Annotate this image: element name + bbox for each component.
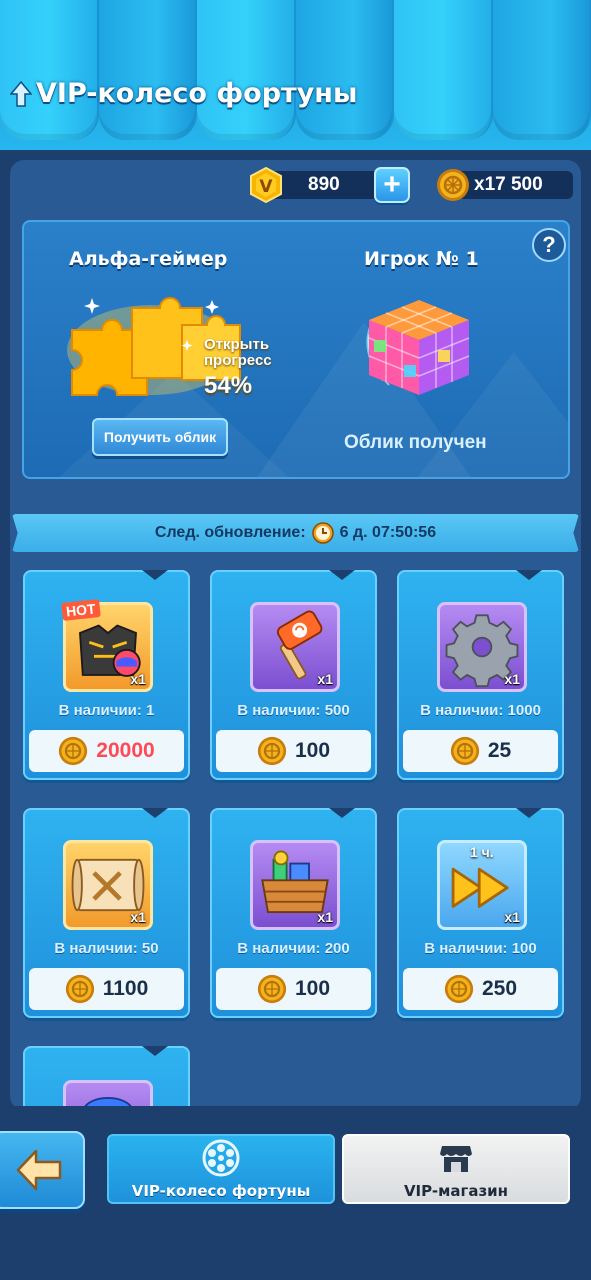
- progress-label: Открыть прогресс: [204, 336, 272, 369]
- item-stock: В наличии: 50: [54, 940, 159, 957]
- coin-icon: [257, 974, 287, 1004]
- item-quantity: x1: [130, 671, 146, 687]
- help-button[interactable]: ?: [532, 228, 566, 262]
- item-price: 100: [294, 977, 331, 1000]
- item-quantity: x1: [130, 909, 146, 925]
- coin-icon: [444, 974, 474, 1004]
- item-slot: x1: [63, 840, 153, 930]
- item-price: 20000: [96, 739, 155, 762]
- coin-value: x17 500: [474, 174, 543, 195]
- page-title: VIP-колесо фортуны: [10, 78, 357, 109]
- item-slot: x1: [250, 840, 340, 930]
- buy-button[interactable]: 100: [216, 968, 371, 1010]
- buy-button[interactable]: 1100: [29, 968, 184, 1010]
- item-stock: В наличии: 1: [58, 702, 155, 719]
- svg-text:V: V: [259, 177, 273, 197]
- back-arrow-icon: [16, 1149, 62, 1191]
- wheel-icon: [202, 1139, 240, 1177]
- coin-icon: [437, 169, 469, 201]
- item-quantity: x1: [504, 909, 520, 925]
- shop-item-card[interactable]: x1 В наличии: 1000 25: [397, 570, 564, 780]
- item-price: 1100: [102, 977, 149, 1000]
- refresh-timer-label: След. обновление:: [154, 524, 306, 541]
- item-slot: 1 ч. x1: [437, 840, 527, 930]
- back-button[interactable]: [0, 1131, 85, 1209]
- vip-points-value: 890: [308, 174, 340, 195]
- item-price: 25: [487, 739, 512, 762]
- coin-icon: [450, 736, 479, 766]
- item-slot: x1: [437, 602, 527, 692]
- duration-badge: 1 ч.: [470, 844, 494, 860]
- shop-icon: [440, 1146, 472, 1172]
- player-one-title: Игрок № 1: [364, 248, 479, 270]
- tab-vip-shop-label: VIP-магазин: [403, 1182, 509, 1200]
- up-arrow-icon: [10, 80, 32, 107]
- buy-button[interactable]: 100: [216, 730, 371, 772]
- shop-item-card[interactable]: x1 В наличии: 500 100: [210, 570, 377, 780]
- item-slot: HOT x1: [61, 599, 153, 692]
- coin-icon: [65, 974, 94, 1004]
- refresh-timer-value: 6 д. 07:50:56: [339, 524, 437, 541]
- shop-item-card[interactable]: x1 В наличии: 200 100: [210, 808, 377, 1018]
- shop-item-card[interactable]: x1 В наличии: 50 1100: [23, 808, 190, 1018]
- item-quantity: x1: [317, 671, 333, 687]
- shop-item-card[interactable]: HOT x1 В наличии: 1 20000: [23, 570, 190, 780]
- coin-counter: x17 500: [436, 167, 573, 201]
- vip-points-counter: V 890 +: [248, 167, 410, 203]
- vip-badge-icon: V: [250, 167, 282, 203]
- page-title-text: VIP-колесо фортуны: [36, 78, 358, 109]
- tab-vip-shop[interactable]: VIP-магазин: [342, 1134, 570, 1204]
- item-price: 100: [294, 739, 331, 762]
- alpha-gamer-title: Альфа-геймер: [69, 248, 228, 270]
- rubiks-cube-icon: [366, 300, 470, 395]
- item-stock: В наличии: 100: [424, 940, 537, 957]
- item-stock: В наличии: 500: [237, 702, 350, 719]
- item-stock: В наличии: 200: [237, 940, 350, 957]
- item-quantity: x1: [504, 671, 520, 687]
- item-slot: x1: [250, 602, 340, 692]
- progress-percent: 54%: [204, 372, 253, 399]
- buy-button[interactable]: 20000: [29, 730, 184, 772]
- coin-icon: [257, 736, 287, 766]
- reward-feature-card: Альфа-геймер Игрок № 1 ? Открыть прогрес…: [22, 220, 570, 479]
- header-awning: [0, 0, 591, 150]
- buy-button[interactable]: 25: [403, 730, 558, 772]
- add-vip-points-button[interactable]: +: [374, 167, 410, 203]
- tab-vip-wheel-label: VIP-колесо фортуны: [131, 1182, 311, 1200]
- refresh-timer-bar: След. обновление: 6 д. 07:50:56: [12, 514, 579, 552]
- buy-button[interactable]: 250: [403, 968, 558, 1010]
- coin-icon: [59, 736, 88, 766]
- skin-received-label: Облик получен: [344, 432, 487, 453]
- item-stock: В наличии: 1000: [420, 702, 541, 719]
- item-price: 250: [481, 977, 518, 1000]
- clock-icon: [311, 522, 334, 544]
- get-skin-button[interactable]: Получить облик: [92, 418, 228, 456]
- shop-item-card[interactable]: 1 ч. x1 В наличии: 100 250: [397, 808, 564, 1018]
- item-quantity: x1: [317, 909, 333, 925]
- tab-vip-wheel[interactable]: VIP-колесо фортуны: [107, 1134, 335, 1204]
